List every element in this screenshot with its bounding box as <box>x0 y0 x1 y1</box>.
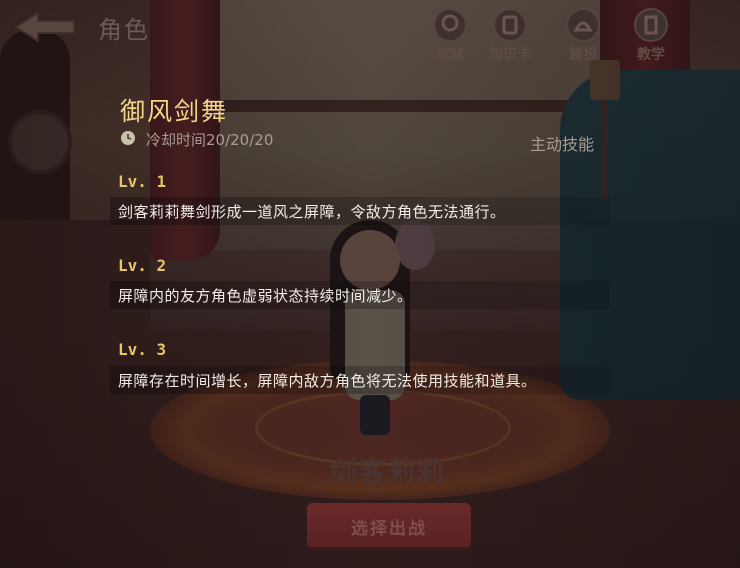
nav-knowledge-card[interactable]: 知识卡 <box>480 6 540 63</box>
back-arrow-icon <box>14 11 75 43</box>
page-title: 角色 <box>98 16 150 44</box>
skill-level-description: 屏障存在时间增长，屏障内敌方角色将无法使用技能和道具。 <box>118 372 537 390</box>
clock-icon <box>120 130 136 146</box>
nav-achievement-label: 成就 <box>436 47 464 63</box>
nav-achievement[interactable]: 成就 <box>420 6 480 63</box>
tutorial-icon <box>634 8 668 42</box>
nav-tutorial-label: 教学 <box>637 47 665 63</box>
skill-level-label: Lv. 1 <box>118 172 167 191</box>
knowledge-card-icon <box>493 8 527 42</box>
nav-costume[interactable]: 装扮 <box>553 6 613 63</box>
skill-level-description: 剑客莉莉舞剑形成一道风之屏障，令敌方角色无法通行。 <box>118 203 506 221</box>
skill-name: 御风剑舞 <box>120 97 229 126</box>
cooldown-text: 冷却时间20/20/20 <box>146 131 274 149</box>
select-battle-button[interactable]: 选择出战 <box>307 503 471 550</box>
nav-knowledge-card-label: 知识卡 <box>489 47 531 63</box>
select-battle-label: 选择出战 <box>351 519 427 539</box>
character-name: 剑客莉莉 <box>330 457 446 488</box>
achievement-icon <box>433 8 467 42</box>
skill-level-label: Lv. 2 <box>118 256 167 275</box>
nav-tutorial[interactable]: 教学 <box>621 6 681 63</box>
skill-level-description: 屏障内的友方角色虚弱状态持续时间减少。 <box>118 287 413 305</box>
skill-level-label: Lv. 3 <box>118 340 167 359</box>
costume-icon <box>566 8 600 42</box>
back-button[interactable] <box>12 10 78 44</box>
skill-type: 主动技能 <box>530 135 595 154</box>
nav-costume-label: 装扮 <box>569 47 597 63</box>
